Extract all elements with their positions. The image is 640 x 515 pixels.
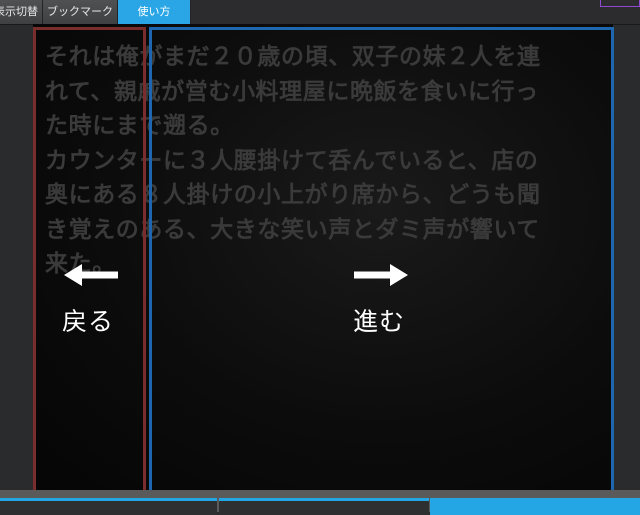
bottom-segment-active[interactable] (430, 498, 640, 515)
bottom-segment[interactable] (0, 498, 217, 515)
tab-display-toggle-label: 表示切替 (0, 5, 38, 18)
tab-how-to-use-label: 使い方 (137, 5, 171, 18)
arrow-left-icon (64, 263, 120, 287)
bottom-bar (0, 490, 640, 515)
corner-indicator (600, 0, 640, 7)
top-tab-bar: 表示切替 ブックマーク 使い方 (0, 0, 640, 25)
back-tap-zone[interactable] (33, 27, 146, 490)
arrow-right-icon (354, 263, 410, 287)
tab-display-toggle[interactable]: 表示切替 (0, 0, 43, 24)
forward-tap-zone[interactable] (149, 27, 614, 490)
back-label: 戻る (62, 307, 115, 336)
bottom-segment[interactable] (219, 498, 429, 515)
forward-label: 進む (353, 307, 406, 336)
tab-bookmark-label: ブックマーク (47, 5, 113, 18)
tab-how-to-use[interactable]: 使い方 (118, 0, 191, 24)
tab-bookmark[interactable]: ブックマーク (43, 0, 118, 24)
